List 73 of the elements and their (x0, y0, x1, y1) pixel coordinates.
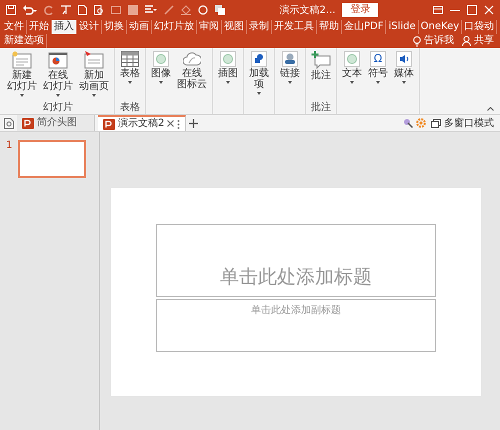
ribbon-tab[interactable]: 切换 (102, 20, 127, 34)
ribbon-button[interactable]: 媒体 (392, 50, 416, 113)
close-icon[interactable] (167, 120, 174, 126)
ribbon-tab[interactable]: 口袋动 (462, 20, 498, 34)
ribbon-button[interactable]: 文本 (340, 50, 364, 113)
ribbon-tab[interactable]: 录制 (247, 20, 272, 34)
ribbon-button[interactable]: 插图 (216, 50, 240, 113)
presentation-file-icon (22, 118, 34, 128)
slide-icon (84, 51, 104, 69)
document-tab[interactable]: 简介头图 (17, 115, 95, 131)
ribbon-button[interactable]: Ω 符号 (366, 50, 390, 113)
share-button[interactable]: 共享 (458, 34, 498, 48)
ribbon-tab[interactable]: 帮助 (317, 20, 342, 34)
circle-icon (153, 51, 169, 67)
ribbon-button[interactable]: 加载 项 (247, 50, 271, 113)
align-icon[interactable] (145, 5, 157, 15)
more-icon[interactable] (177, 120, 180, 128)
window-title: 演示文稿2... (280, 4, 336, 17)
ribbon-button[interactable]: 图像 (149, 50, 173, 113)
preview-icon[interactable] (94, 5, 104, 15)
presentation-file-icon (103, 118, 115, 130)
windows-icon (431, 118, 441, 128)
table-icon (121, 51, 139, 67)
group-label: 表格 (120, 102, 140, 113)
title-placeholder[interactable]: 单击此处添加标题 (156, 224, 436, 297)
symbol-icon: Ω (370, 51, 386, 67)
circle-icon (220, 51, 236, 67)
file-history-icon[interactable] (4, 118, 14, 128)
multi-window-button[interactable]: 多窗口模式 (429, 116, 496, 130)
ribbon-button[interactable]: 新建 幻灯片 (5, 50, 39, 102)
ribbon-tab[interactable]: 开发工具 (272, 20, 317, 34)
subtitle-placeholder[interactable]: 单击此处添加副标题 (156, 299, 436, 352)
ribbon-button[interactable]: 在线 幻灯片 (41, 50, 75, 102)
undo-icon[interactable] (23, 5, 37, 15)
shapes-icon (251, 51, 267, 67)
ribbon-tab[interactable]: 审阅 (197, 20, 222, 34)
slide-icon (12, 51, 32, 69)
circle-icon (344, 51, 360, 67)
ribbon-tab[interactable]: 视图 (222, 20, 247, 34)
cloud-icon (183, 51, 201, 67)
ribbon-tab[interactable]: 幻灯片放 (152, 20, 197, 34)
ribbon-button[interactable]: 表格 (118, 50, 142, 102)
magic-icon[interactable] (403, 118, 413, 128)
slide-number: 1 (6, 140, 12, 152)
ribbon-button[interactable]: 新加 动画页 (77, 50, 111, 102)
login-button[interactable]: 登录 (342, 3, 378, 17)
ribbon-button[interactable]: 在线 图标云 (175, 50, 209, 113)
maximize-icon[interactable] (467, 5, 477, 15)
add-icon[interactable] (189, 118, 198, 128)
person-icon (462, 36, 471, 46)
ribbon-tab[interactable]: iSlide (386, 20, 419, 34)
circle-icon[interactable] (198, 5, 208, 15)
ribbon-button[interactable]: 批注 (309, 50, 333, 102)
ribbon-tab[interactable]: OneKey (418, 20, 462, 34)
ribbon-tab[interactable]: 动画 (127, 20, 152, 34)
layers-icon[interactable] (215, 5, 225, 15)
document-tab[interactable]: 演示文稿2 (98, 115, 186, 131)
ribbon-tab[interactable]: 文件 (2, 20, 27, 34)
group-label: 幻灯片 (43, 102, 73, 113)
slide-thumbnail[interactable] (18, 140, 86, 178)
save-icon[interactable] (6, 5, 16, 15)
ribbon-tab[interactable]: 金山PDF (342, 20, 386, 34)
page-icon[interactable] (78, 5, 87, 15)
slide-icon (48, 51, 68, 69)
collapse-ribbon-icon[interactable] (487, 107, 494, 111)
ribbon-button[interactable]: 链接 (278, 50, 302, 113)
speaker-icon (396, 51, 412, 67)
ribbon-display-icon[interactable] (433, 5, 443, 15)
group-label: 批注 (311, 102, 331, 113)
tell-me-button[interactable]: 告诉我 (409, 34, 458, 48)
ribbon-tab[interactable]: 插入 (52, 20, 77, 34)
comment-icon (311, 51, 331, 69)
ribbon-tab[interactable]: 设计 (77, 20, 102, 34)
